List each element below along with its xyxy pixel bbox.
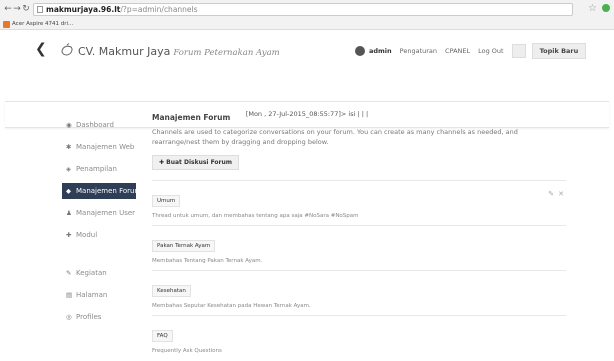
forum-row-faq[interactable]: FAQ Frequently Ask Questions bbox=[152, 315, 566, 360]
sidebar-item-label: Kegiatan bbox=[76, 269, 107, 277]
forum-row-umum[interactable]: Umum Thread untuk umum, dan membahas ten… bbox=[152, 180, 566, 225]
plus-icon: ✚ bbox=[159, 159, 165, 166]
eye-icon: ◈ bbox=[66, 165, 71, 173]
url-path: /?p=admin/channels bbox=[120, 5, 198, 14]
row-actions: ✎ ✕ bbox=[544, 190, 564, 198]
forum-name[interactable]: Umum bbox=[152, 195, 181, 207]
site-header: ❮ CV. Makmur Jaya Forum Peternakan Ayam a… bbox=[0, 31, 614, 128]
nav-logout[interactable]: Log Out bbox=[478, 47, 503, 55]
brand-subtitle: Forum Peternakan Ayam bbox=[173, 48, 280, 58]
new-topic-button[interactable]: Topik Baru bbox=[531, 43, 587, 59]
bookmark-star-icon[interactable]: ☆ bbox=[588, 3, 597, 14]
sidebar-item-label: Manajemen Web bbox=[76, 143, 135, 151]
sidebar-item-halaman[interactable]: ▤ Halaman bbox=[62, 287, 136, 303]
notification-button[interactable] bbox=[511, 44, 526, 58]
extension-icon[interactable] bbox=[602, 4, 610, 12]
sidebar-item-label: Dashboard bbox=[76, 121, 114, 129]
forum-row-pakan[interactable]: Pakan Ternak Ayam Membahas Tentang Pakan… bbox=[152, 225, 566, 270]
forum-description: Thread untuk umum, dan membahas tentang … bbox=[152, 213, 359, 219]
sidebar-item-label: Modul bbox=[76, 231, 98, 239]
bookmark-label: Acer Aspire 4741 dri... bbox=[12, 21, 74, 27]
sidebar-item-manajemen-web[interactable]: ✱ Manajemen Web bbox=[62, 139, 136, 155]
page-icon: ▤ bbox=[66, 291, 73, 299]
page-description: Channels are used to categorize conversa… bbox=[152, 128, 518, 146]
main-content: Manajemen Forum Channels are used to cat… bbox=[152, 113, 566, 360]
sidebar-item-dashboard[interactable]: ◉ Dashboard bbox=[62, 117, 136, 133]
sidebar: ◉ Dashboard ✱ Manajemen Web ◈ Penampilan… bbox=[62, 117, 141, 325]
page-title: Manajemen Forum bbox=[152, 113, 231, 122]
sidebar-item-label: Profiles bbox=[76, 313, 102, 321]
address-bar[interactable]: makmurjaya.96.lt/?p=admin/channels bbox=[33, 3, 573, 16]
create-forum-button[interactable]: ✚ Buat Diskusi Forum bbox=[152, 155, 240, 170]
edit-icon[interactable]: ✎ bbox=[548, 190, 554, 198]
avatar[interactable] bbox=[355, 46, 365, 56]
sidebar-item-manajemen-forum[interactable]: ◆ Manajemen Forum bbox=[62, 183, 141, 199]
forum-name[interactable]: Kesehatan bbox=[152, 285, 191, 297]
users-icon: ♟ bbox=[66, 209, 72, 217]
sidebar-item-modul[interactable]: ✚ Modul bbox=[62, 227, 136, 243]
sidebar-item-label: Manajemen Forum bbox=[76, 187, 142, 195]
sidebar-item-label: Penampilan bbox=[76, 165, 117, 173]
top-nav: admin Pengaturan CPANEL Log Out Topik Ba… bbox=[355, 43, 587, 59]
forum-description: Membahas Tentang Pakan Ternak Ayam. bbox=[152, 258, 263, 264]
pencil-icon: ✎ bbox=[66, 269, 72, 277]
logo-icon bbox=[61, 43, 73, 56]
dashboard-icon: ◉ bbox=[66, 121, 72, 129]
forum-name[interactable]: FAQ bbox=[152, 330, 173, 342]
forum-name[interactable]: Pakan Ternak Ayam bbox=[152, 240, 216, 252]
create-forum-label: Buat Diskusi Forum bbox=[166, 159, 233, 166]
brand-title[interactable]: CV. Makmur Jaya Forum Peternakan Ayam bbox=[78, 45, 280, 58]
sidebar-item-kegiatan[interactable]: ✎ Kegiatan bbox=[62, 265, 136, 281]
back-chevron-icon[interactable]: ❮ bbox=[35, 41, 47, 57]
page-icon bbox=[37, 6, 43, 13]
nav-cpanel[interactable]: CPANEL bbox=[445, 47, 470, 55]
tag-icon: ◆ bbox=[66, 187, 71, 195]
user-name[interactable]: admin bbox=[369, 47, 392, 55]
sidebar-item-label: Halaman bbox=[76, 291, 108, 299]
profile-icon: ◎ bbox=[66, 313, 72, 321]
sidebar-item-manajemen-user[interactable]: ♟ Manajemen User bbox=[62, 205, 136, 221]
nav-pengaturan[interactable]: Pengaturan bbox=[400, 47, 437, 55]
bookmark-item[interactable]: Acer Aspire 4741 dri... bbox=[3, 20, 73, 29]
sidebar-item-label: Manajemen User bbox=[76, 209, 136, 217]
bookmark-favicon-icon bbox=[3, 21, 10, 28]
brand-name: CV. Makmur Jaya bbox=[78, 45, 171, 58]
forum-list: Umum Thread untuk umum, dan membahas ten… bbox=[152, 180, 566, 360]
sidebar-item-penampilan[interactable]: ◈ Penampilan bbox=[62, 161, 136, 177]
forum-description: Frequently Ask Questions bbox=[152, 348, 222, 354]
forum-description: Membahas Seputar Kesehatan pada Hewan Te… bbox=[152, 303, 311, 309]
url-host: makmurjaya.96.lt bbox=[46, 5, 121, 14]
reload-icon[interactable]: ↻ bbox=[21, 4, 31, 14]
puzzle-icon: ✚ bbox=[66, 231, 72, 239]
forum-row-kesehatan[interactable]: Kesehatan Membahas Seputar Kesehatan pad… bbox=[152, 270, 566, 315]
close-icon[interactable]: ✕ bbox=[558, 190, 564, 198]
sidebar-item-profiles[interactable]: ◎ Profiles bbox=[62, 309, 136, 325]
browser-chrome: ← → ↻ makmurjaya.96.lt/?p=admin/channels… bbox=[0, 0, 614, 30]
gear-icon: ✱ bbox=[66, 143, 72, 151]
